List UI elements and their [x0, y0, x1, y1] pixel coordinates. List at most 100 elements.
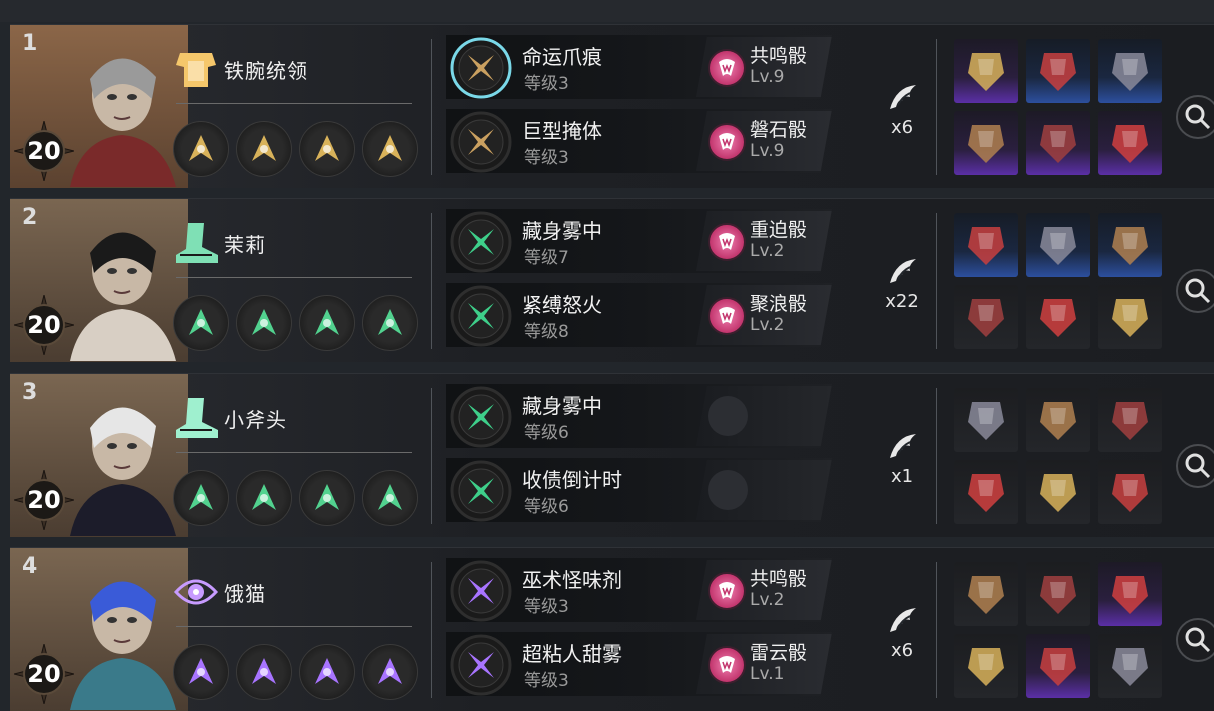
character-name: 茉莉 — [224, 233, 266, 257]
equipment-slot[interactable] — [954, 562, 1018, 626]
equipment-icon — [1112, 299, 1148, 337]
equipment-slot[interactable] — [1098, 213, 1162, 277]
equipment-slot[interactable] — [1098, 388, 1162, 452]
character-row-2[interactable]: 2 20 茉莉 藏身雾中 等级7 重迫骰 Lv.2 紧缚怒火 等级8 聚浪骰 L… — [10, 198, 1214, 362]
skill-slot[interactable]: 紧缚怒火 等级8 聚浪骰 Lv.2 — [446, 283, 832, 347]
inspect-button[interactable] — [1176, 269, 1214, 313]
equipment-icon — [1040, 125, 1076, 163]
divider — [176, 452, 412, 453]
dice-slot[interactable]: 磐石骰 Lv.9 — [696, 111, 832, 171]
trait-icon[interactable] — [299, 644, 355, 700]
skill-level: 等级3 — [524, 148, 569, 168]
trait-icon[interactable] — [173, 644, 229, 700]
trait-icon[interactable] — [236, 470, 292, 526]
equipment-slot[interactable] — [1026, 562, 1090, 626]
level-badge: 20 — [14, 295, 74, 355]
claw-currency-icon — [890, 608, 916, 632]
dice-slot[interactable]: 聚浪骰 Lv.2 — [696, 285, 832, 345]
trait-icon[interactable] — [236, 121, 292, 177]
equipment-slot[interactable] — [954, 213, 1018, 277]
trait-icon[interactable] — [362, 295, 418, 351]
inspect-button[interactable] — [1176, 444, 1214, 488]
trait-icon[interactable] — [362, 121, 418, 177]
divider — [176, 277, 412, 278]
character-name: 小斧头 — [224, 408, 287, 432]
equipment-icon — [1040, 227, 1076, 265]
trait-icon[interactable] — [236, 295, 292, 351]
character-row-1[interactable]: 1 20 铁腕统领 命运爪痕 等级3 共鸣骰 Lv.9 巨型掩体 等级3 磐石骰… — [10, 24, 1214, 188]
trait-icon[interactable] — [362, 470, 418, 526]
character-row-4[interactable]: 4 20 饿猫 巫术怪味剂 等级3 共鸣骰 Lv.2 超粘人甜雾 等级3 雷云骰… — [10, 547, 1214, 711]
dice-slot[interactable]: 共鸣骰 Lv.9 — [696, 37, 832, 97]
level-badge: 20 — [14, 470, 74, 530]
equipment-slot[interactable] — [1098, 111, 1162, 175]
skill-level: 等级3 — [524, 74, 569, 94]
empty-dice-slot[interactable] — [696, 386, 832, 446]
trait-icon[interactable] — [173, 121, 229, 177]
empty-dice-slot[interactable] — [696, 460, 832, 520]
magnifier-icon — [1185, 278, 1211, 304]
skill-level: 等级3 — [524, 671, 569, 691]
equipment-slot[interactable] — [954, 111, 1018, 175]
rank-number: 3 — [22, 380, 38, 405]
equipment-slot[interactable] — [1098, 634, 1162, 698]
trait-icon[interactable] — [299, 295, 355, 351]
column-divider — [431, 39, 432, 175]
trait-icon[interactable] — [236, 644, 292, 700]
skill-icon — [450, 386, 512, 448]
trait-icon[interactable] — [299, 470, 355, 526]
skill-slot[interactable]: 藏身雾中 等级7 重迫骰 Lv.2 — [446, 209, 832, 273]
skill-slot[interactable]: 命运爪痕 等级3 共鸣骰 Lv.9 — [446, 35, 832, 99]
skill-slot[interactable]: 巫术怪味剂 等级3 共鸣骰 Lv.2 — [446, 558, 832, 622]
equipment-slot[interactable] — [1026, 460, 1090, 524]
equipment-icon — [968, 576, 1004, 614]
equipment-icon — [968, 53, 1004, 91]
equipment-icon — [1112, 227, 1148, 265]
equipment-slot[interactable] — [1026, 634, 1090, 698]
column-divider — [431, 562, 432, 698]
skill-icon — [450, 634, 512, 696]
skill-slot[interactable]: 超粘人甜雾 等级3 雷云骰 Lv.1 — [446, 632, 832, 696]
character-portrait — [70, 581, 176, 710]
skill-slot[interactable]: 藏身雾中 等级6 — [446, 384, 832, 448]
equipment-slot[interactable] — [1098, 460, 1162, 524]
column-divider — [431, 388, 432, 524]
equipment-slot[interactable] — [954, 634, 1018, 698]
equipment-slot[interactable] — [954, 388, 1018, 452]
inspect-button[interactable] — [1176, 618, 1214, 662]
portrait-panel: 2 20 — [10, 199, 188, 362]
equipment-slot[interactable] — [954, 460, 1018, 524]
equipment-slot[interactable] — [954, 285, 1018, 349]
equipment-slot[interactable] — [1026, 39, 1090, 103]
skill-name: 藏身雾中 — [522, 219, 602, 243]
equipment-slot[interactable] — [1026, 388, 1090, 452]
dice-slot[interactable]: 共鸣骰 Lv.2 — [696, 560, 832, 620]
dice-slot[interactable]: 重迫骰 Lv.2 — [696, 211, 832, 271]
trait-icon[interactable] — [299, 121, 355, 177]
inspect-button[interactable] — [1176, 95, 1214, 139]
equipment-slot[interactable] — [1026, 213, 1090, 277]
dice-level: Lv.2 — [750, 590, 785, 610]
dice-name: 聚浪骰 — [750, 293, 808, 315]
column-divider — [936, 562, 937, 698]
dice-icon — [708, 646, 746, 684]
equipment-slot[interactable] — [1098, 562, 1162, 626]
skill-slot[interactable]: 巨型掩体 等级3 磐石骰 Lv.9 — [446, 109, 832, 173]
dice-slot[interactable]: 雷云骰 Lv.1 — [696, 634, 832, 694]
level-badge: 20 — [14, 121, 74, 181]
trait-icon[interactable] — [362, 644, 418, 700]
skill-slot[interactable]: 收债倒计时 等级6 — [446, 458, 832, 522]
trait-icon[interactable] — [173, 295, 229, 351]
equipment-slot[interactable] — [954, 39, 1018, 103]
equipment-slot[interactable] — [1026, 111, 1090, 175]
rank-number: 4 — [22, 554, 38, 579]
divider — [176, 626, 412, 627]
equipment-icon — [968, 125, 1004, 163]
equipment-icon — [968, 227, 1004, 265]
trait-icon[interactable] — [173, 470, 229, 526]
character-row-3[interactable]: 3 20 小斧头 藏身雾中 等级6 收债倒计时 等级6 x1 — [10, 373, 1214, 537]
equipment-slot[interactable] — [1098, 39, 1162, 103]
equipment-slot[interactable] — [1098, 285, 1162, 349]
divider — [176, 103, 412, 104]
equipment-slot[interactable] — [1026, 285, 1090, 349]
